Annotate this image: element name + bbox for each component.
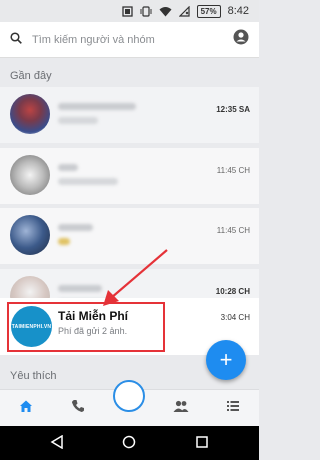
wifi-icon xyxy=(159,6,172,17)
avatar xyxy=(10,215,50,255)
conversation-time: 12:35 SA xyxy=(216,105,250,114)
search-input[interactable]: Tìm kiếm người và nhóm xyxy=(32,34,233,46)
conversation-time: 11:45 CH xyxy=(216,226,250,235)
avatar xyxy=(10,94,50,134)
clock: 8:42 xyxy=(227,5,249,17)
profile-avatar-icon[interactable] xyxy=(233,29,249,50)
vibrate-icon xyxy=(140,5,152,17)
system-nav-bar xyxy=(0,426,259,460)
favorites-section-label: Yêu thích xyxy=(10,370,57,382)
recents-icon[interactable] xyxy=(195,435,209,454)
conversation-row[interactable]: 12:35 SA xyxy=(0,87,259,143)
avatar xyxy=(10,155,50,195)
battery-indicator: 57% xyxy=(196,4,221,18)
conversation-time: 10:28 CH xyxy=(215,287,250,296)
recent-section-label: Gần đây xyxy=(10,70,52,82)
people-icon[interactable] xyxy=(173,399,189,418)
back-icon[interactable] xyxy=(50,434,64,454)
status-bar: 57% 8:42 xyxy=(0,0,259,22)
conversation-time: 3:04 CH xyxy=(220,313,250,322)
conversation-time: 11:45 CH xyxy=(216,166,250,175)
phone-icon[interactable] xyxy=(71,399,85,418)
new-message-button[interactable]: + xyxy=(206,340,246,380)
menu-icon[interactable] xyxy=(226,399,240,418)
search-icon xyxy=(10,31,22,49)
search-bar[interactable]: Tìm kiếm người và nhóm xyxy=(0,22,259,58)
home-button-icon[interactable] xyxy=(122,435,136,454)
annotation-arrow-icon xyxy=(103,249,168,306)
home-icon[interactable] xyxy=(19,399,33,418)
plus-icon: + xyxy=(219,347,233,372)
camera-button[interactable] xyxy=(113,380,145,412)
screen-mirror-icon xyxy=(121,5,133,17)
conversation-row[interactable]: 11:45 CH xyxy=(0,148,259,204)
no-signal-icon xyxy=(178,5,190,17)
